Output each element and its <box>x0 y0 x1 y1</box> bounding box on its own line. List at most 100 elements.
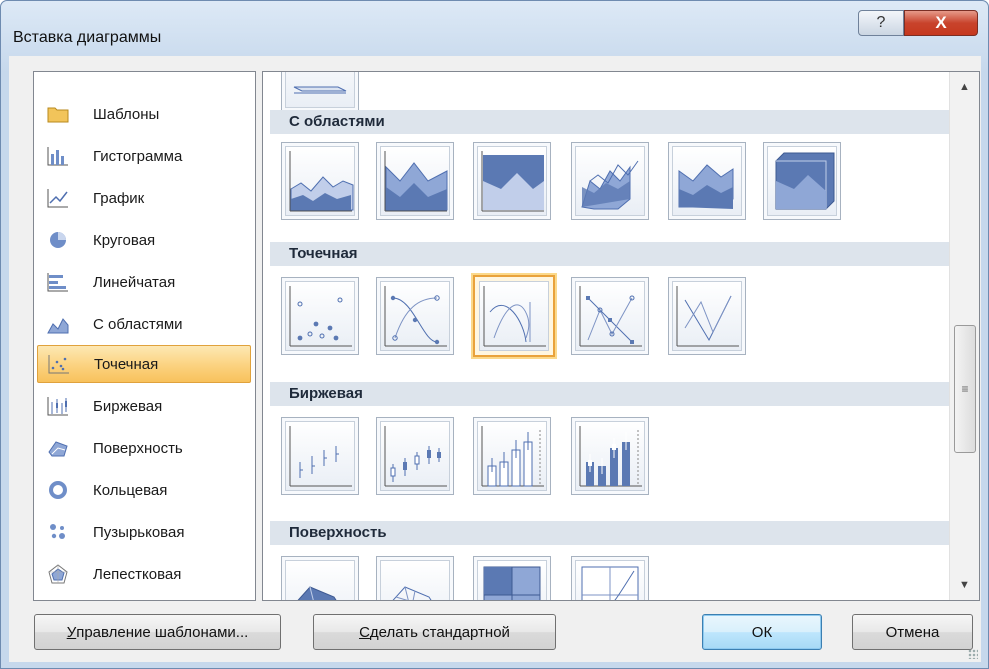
category-item-doughnut[interactable]: Кольцевая <box>37 471 251 509</box>
gallery-scrollbar[interactable]: ▲ ≡ ▼ <box>949 72 979 600</box>
dialog-title: Вставка диаграммы <box>13 29 162 46</box>
chart-thumb-wireframe-contour[interactable] <box>571 556 649 600</box>
stock-vohlc-thumb-icon <box>579 426 642 487</box>
surface-chart-icon <box>47 438 69 458</box>
scroll-down-button[interactable]: ▼ <box>950 570 979 600</box>
area-chart-icon <box>47 314 69 334</box>
scatter-smooth-thumb-icon <box>483 286 546 347</box>
section-header-surface: Поверхность <box>270 521 949 545</box>
chart-thumb-3d-stacked-area[interactable] <box>668 142 746 220</box>
arrow-up-icon: ▲ <box>959 81 970 93</box>
stock-chart-icon <box>47 396 69 416</box>
resize-grip[interactable] <box>968 649 978 659</box>
stacked-area-thumb-icon <box>384 151 448 212</box>
scatter-straight-thumb-icon <box>676 286 739 347</box>
category-item-scatter[interactable]: Точечная <box>37 345 251 383</box>
3d-stacked-area-thumb-icon <box>678 164 734 209</box>
scatter-markers-thumb-icon <box>289 286 352 347</box>
category-label: Поверхность <box>93 439 183 457</box>
chart-category-list[interactable]: Шаблоны Гистограмма График Круговая Лине… <box>33 71 256 601</box>
chart-thumb-contour[interactable] <box>473 556 551 600</box>
category-item-area[interactable]: С областями <box>37 305 251 343</box>
ok-button[interactable]: ОК <box>702 614 822 650</box>
chart-thumb-scatter-smooth[interactable] <box>473 275 555 357</box>
wireframe-contour-thumb-icon <box>581 566 639 600</box>
radar-chart-icon <box>47 564 69 584</box>
category-label: С областями <box>93 315 183 333</box>
category-label: Кольцевая <box>93 481 168 499</box>
chart-thumb-3d-surface[interactable] <box>281 556 359 600</box>
close-button[interactable]: X <box>904 10 978 36</box>
scatter-chart-icon <box>48 354 70 374</box>
chart-thumb-stock-ohlc[interactable] <box>376 417 454 495</box>
folder-icon <box>47 104 69 124</box>
line-chart-icon <box>47 188 69 208</box>
scroll-up-button[interactable]: ▲ <box>950 72 979 102</box>
category-label: Лепестковая <box>93 565 182 583</box>
category-label: Точечная <box>94 355 159 373</box>
chart-thumb-scatter-straight[interactable] <box>668 277 746 355</box>
chart-thumb-scatter-smooth-markers[interactable] <box>376 277 454 355</box>
chart-subtype-gallery[interactable]: С областями Точечная Биржевая Поверхност… <box>262 71 980 601</box>
category-item-bubble[interactable]: Пузырьковая <box>37 513 251 551</box>
section-header-area: С областями <box>270 110 949 134</box>
grip-icon: ≡ <box>961 382 969 396</box>
insert-chart-dialog: Вставка диаграммы ? X Шаблоны Гистограмм… <box>0 0 989 669</box>
scatter-smooth-markers-thumb-icon <box>384 286 447 347</box>
percent-area-thumb-icon <box>481 151 544 212</box>
category-label: Биржевая <box>93 397 163 415</box>
chart-thumb-scatter-markers[interactable] <box>281 277 359 355</box>
stock-hlc-thumb-icon <box>289 426 352 487</box>
chart-thumb-3d-area[interactable] <box>571 142 649 220</box>
category-item-bar[interactable]: Линейчатая <box>37 263 251 301</box>
pie-chart-icon <box>47 230 69 250</box>
manage-templates-button[interactable]: Управление шаблонами... <box>34 614 281 650</box>
3d-area-thumb-icon <box>581 160 639 210</box>
bar-chart-icon <box>47 272 69 292</box>
chart-thumb-bar-partial[interactable] <box>281 72 359 112</box>
category-item-stock[interactable]: Биржевая <box>37 387 251 425</box>
category-label: График <box>93 189 145 207</box>
category-item-pie[interactable]: Круговая <box>37 221 251 259</box>
category-label: Пузырьковая <box>93 523 185 541</box>
3d-percent-area-thumb-icon <box>775 152 835 210</box>
category-item-column[interactable]: Гистограмма <box>37 137 251 175</box>
3d-surface-thumb-icon <box>297 586 337 600</box>
category-label: Гистограмма <box>93 147 183 165</box>
help-icon: ? <box>876 14 886 31</box>
section-header-stock: Биржевая <box>270 382 949 406</box>
help-button[interactable]: ? <box>858 10 904 36</box>
chart-thumb-wireframe-3d-surface[interactable] <box>376 556 454 600</box>
category-item-surface[interactable]: Поверхность <box>37 429 251 467</box>
contour-thumb-icon <box>483 566 541 600</box>
category-label: Шаблоны <box>93 105 160 123</box>
chart-thumb-scatter-straight-markers[interactable] <box>571 277 649 355</box>
scatter-straight-markers-thumb-icon <box>579 286 642 347</box>
category-label: Круговая <box>93 231 156 249</box>
chart-thumb-stock-hlc[interactable] <box>281 417 359 495</box>
area-thumb-icon <box>289 151 354 212</box>
set-as-default-button[interactable]: Сделать стандартной <box>313 614 556 650</box>
chart-thumb-stock-vhlc[interactable] <box>473 417 551 495</box>
bubble-chart-icon <box>47 522 69 542</box>
chart-thumb-100-area[interactable] <box>473 142 551 220</box>
chart-thumb-stacked-area[interactable] <box>376 142 454 220</box>
category-item-line[interactable]: График <box>37 179 251 217</box>
stock-vhlc-thumb-icon <box>481 426 544 487</box>
chart-thumb-3d-100-area[interactable] <box>763 142 841 220</box>
stock-ohlc-thumb-icon <box>384 426 447 487</box>
category-label: Линейчатая <box>93 273 176 291</box>
dialog-body: Шаблоны Гистограмма График Круговая Лине… <box>9 56 981 662</box>
bar-thumb-icon <box>293 86 347 94</box>
chart-thumb-area[interactable] <box>281 142 359 220</box>
category-item-radar[interactable]: Лепестковая <box>37 555 251 593</box>
scrollbar-thumb[interactable]: ≡ <box>954 325 976 453</box>
arrow-down-icon: ▼ <box>959 579 970 591</box>
category-item-templates[interactable]: Шаблоны <box>37 95 251 133</box>
doughnut-chart-icon <box>47 480 69 500</box>
column-chart-icon <box>47 146 69 166</box>
close-icon: X <box>935 13 947 32</box>
cancel-button[interactable]: Отмена <box>852 614 973 650</box>
wireframe-3d-surface-thumb-icon <box>392 586 432 600</box>
chart-thumb-stock-vohlc[interactable] <box>571 417 649 495</box>
